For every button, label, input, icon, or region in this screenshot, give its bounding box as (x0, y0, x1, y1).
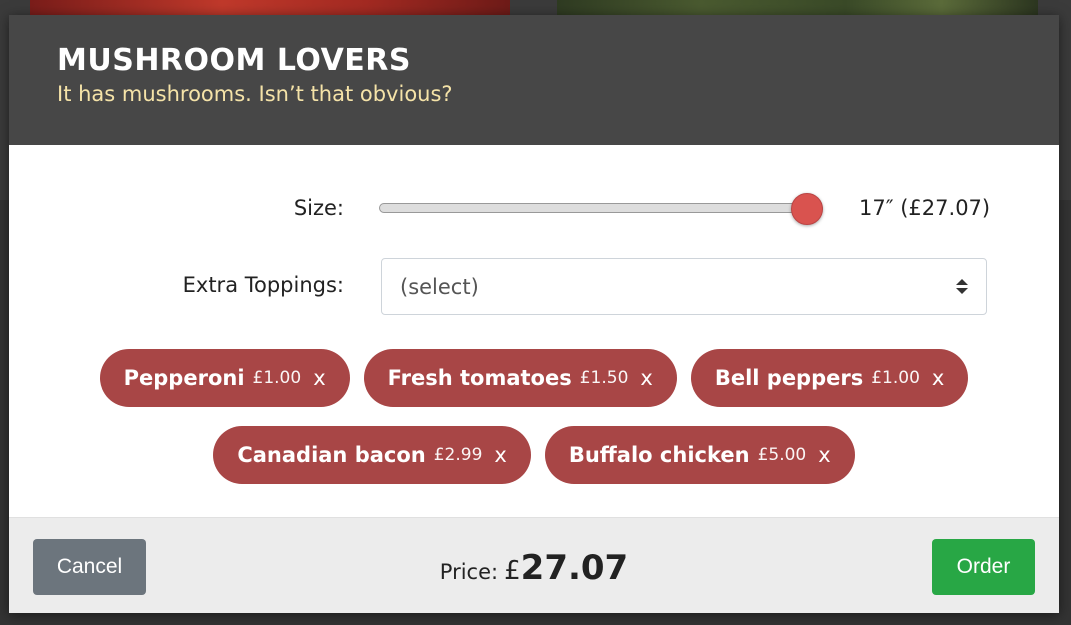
chip-name: Fresh tomatoes (387, 366, 572, 390)
slider-thumb[interactable] (791, 193, 823, 225)
topping-chip-buffalo-chicken[interactable]: Buffalo chicken £5.00 x (544, 426, 855, 484)
chip-price: £5.00 (757, 445, 807, 465)
modal-subtitle: It has mushrooms. Isn’t that obvious? (57, 82, 453, 106)
pizza-options-modal: MUSHROOM LOVERS It has mushrooms. Isn’t … (9, 15, 1059, 613)
topping-chip-canadian-bacon[interactable]: Canadian bacon £2.99 x (213, 426, 531, 484)
chip-name: Pepperoni (123, 366, 245, 390)
order-button[interactable]: Order (932, 539, 1035, 595)
remove-icon[interactable]: x (640, 366, 652, 390)
chip-row: Canadian bacon £2.99 x Buffalo chicken £… (9, 426, 1059, 484)
extra-toppings-label: Extra Toppings: (182, 273, 344, 297)
chip-row: Pepperoni £1.00 x Fresh tomatoes £1.50 x… (9, 349, 1059, 407)
price-currency: £ (504, 556, 521, 586)
topping-chip-fresh-tomatoes[interactable]: Fresh tomatoes £1.50 x (363, 349, 677, 407)
size-label: Size: (293, 196, 344, 220)
size-value: 17″ (£27.07) (859, 196, 991, 220)
remove-icon[interactable]: x (932, 366, 944, 390)
remove-icon[interactable]: x (818, 443, 830, 467)
modal-footer: Cancel Price: £27.07 Order (9, 517, 1059, 613)
modal-header: MUSHROOM LOVERS It has mushrooms. Isn’t … (9, 15, 1059, 145)
topping-chip-pepperoni[interactable]: Pepperoni £1.00 x (99, 349, 350, 407)
price-label: Price: (439, 560, 499, 584)
remove-icon[interactable]: x (494, 443, 506, 467)
chip-price: £1.50 (579, 368, 629, 388)
topping-chip-bell-peppers[interactable]: Bell peppers £1.00 x (690, 349, 969, 407)
chip-name: Buffalo chicken (568, 443, 750, 467)
price-amount: 27.07 (520, 548, 629, 588)
price-display: Price: £27.07 (9, 548, 1059, 588)
extra-toppings-select[interactable]: (select) (381, 258, 987, 315)
chip-price: £1.00 (871, 368, 920, 388)
select-arrows-icon (956, 279, 968, 294)
remove-icon[interactable]: x (313, 366, 325, 390)
size-slider[interactable] (379, 193, 823, 225)
chip-price: £1.00 (252, 368, 302, 388)
chip-name: Canadian bacon (237, 443, 426, 467)
chip-price: £2.99 (433, 445, 483, 465)
selected-toppings: Pepperoni £1.00 x Fresh tomatoes £1.50 x… (9, 349, 1059, 503)
chip-name: Bell peppers (714, 366, 864, 390)
modal-body: Size: 17″ (£27.07) Extra Toppings: (sele… (9, 145, 1059, 517)
slider-track[interactable] (379, 203, 823, 213)
modal-title: MUSHROOM LOVERS (57, 43, 411, 78)
select-value: (select) (400, 274, 479, 299)
